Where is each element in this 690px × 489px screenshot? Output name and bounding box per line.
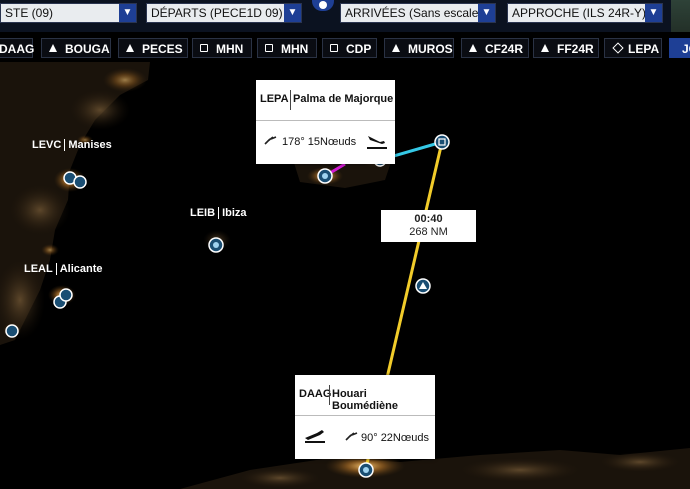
takeoff-icon [305, 430, 325, 443]
origin-card-daag[interactable]: DAAG Houari Boumédiène 90° 22Nœuds [295, 375, 435, 459]
waypoint-label: FF24R [557, 42, 594, 56]
waypoint-muros[interactable]: MUROS [384, 38, 454, 58]
wind-icon [345, 432, 358, 441]
square-icon [265, 44, 273, 52]
leg-time: 00:40 [414, 213, 443, 225]
chevron-down-icon[interactable]: ▼ [478, 4, 495, 22]
airport-code: LEIB [190, 207, 220, 219]
card-header: LEPA Palma de Majorque [256, 80, 395, 121]
marker-leib-airport-icon[interactable] [208, 237, 224, 253]
waypoint-label: JC [682, 42, 690, 56]
leg-distance: 268 NM [409, 226, 448, 238]
triangle-icon [49, 44, 57, 52]
triangle-icon [541, 44, 549, 52]
waypoint-label: MHN [216, 42, 244, 56]
corner-thumbnail[interactable] [671, 0, 690, 32]
waypoint-bouga[interactable]: BOUGA [41, 38, 111, 58]
marker-lepa-airport-icon[interactable] [317, 168, 333, 184]
dropdown-arrivals-value: ARRIVÉES (Sans escale) [345, 6, 483, 20]
airport-code: LEAL [24, 263, 57, 275]
dropdown-approach-value: APPROCHE (ILS 24R-Y) [512, 6, 647, 20]
wind-icon [264, 136, 277, 145]
chevron-down-icon[interactable]: ▼ [119, 4, 136, 22]
waypoint-label: LEPA [628, 42, 660, 56]
marker-waypoint-square-icon[interactable] [434, 134, 450, 150]
dropdown-approach[interactable]: APPROCHE (ILS 24R-Y) ▼ [507, 3, 663, 23]
waypoint-label: MHN [281, 42, 309, 56]
card-airport-code: LEPA [260, 93, 289, 105]
dropdown-departures[interactable]: DÉPARTS (PECE1D 09) ▼ [146, 3, 302, 23]
triangle-icon [392, 44, 400, 52]
dropdown-departures-value: DÉPARTS (PECE1D 09) [151, 6, 283, 20]
waypoint-cdp[interactable]: CDP [322, 38, 377, 58]
waypoint-ff24r[interactable]: FF24R [533, 38, 599, 58]
airport-label-leib[interactable]: LEIB Ibiza [190, 207, 247, 219]
card-divider [290, 90, 291, 110]
waypoint-label: PECES [142, 42, 183, 56]
card-divider [329, 385, 330, 405]
waypoint-daag[interactable]: DAAG [0, 38, 35, 58]
dropdown-arrivals[interactable]: ARRIVÉES (Sans escale) ▼ [340, 3, 496, 23]
marker-waypoint-triangle-icon[interactable] [415, 278, 431, 294]
waypoint-next[interactable]: JC [669, 38, 690, 58]
airport-label-levc[interactable]: LEVC Manises [32, 139, 112, 151]
diamond-icon [612, 42, 624, 54]
leg-info-box: 00:40 268 NM [381, 210, 476, 242]
dropdown-route-value: STE (09) [5, 6, 54, 20]
waypoint-label: CF24R [485, 42, 524, 56]
card-wind: 90° 22Nœuds [361, 432, 429, 444]
waypoint-peces[interactable]: PECES [118, 38, 188, 58]
airport-code: LEVC [32, 139, 66, 151]
card-airport-code: DAAG [299, 388, 332, 400]
waypoint-cf24r[interactable]: CF24R [461, 38, 529, 58]
waypoint-mhn[interactable]: MHN [192, 38, 252, 58]
dropdown-route[interactable]: STE (09) ▼ [0, 3, 137, 23]
triangle-icon [469, 44, 477, 52]
marker-daag-airport-icon[interactable] [358, 462, 374, 478]
waypoint-label: BOUGA [65, 42, 110, 56]
waypoint-mhn-2[interactable]: MHN [257, 38, 317, 58]
marker-pin-icon[interactable] [5, 324, 19, 338]
airport-name: Ibiza [222, 207, 247, 219]
square-icon [330, 44, 338, 52]
airport-name: Alicante [59, 263, 103, 275]
square-icon [200, 44, 208, 52]
waypoint-label: CDP [346, 42, 372, 56]
waypoint-label: MUROS [408, 42, 453, 56]
destination-card-lepa[interactable]: LEPA Palma de Majorque 178° 15Nœuds [256, 80, 395, 164]
card-wind: 178° 15Nœuds [282, 136, 357, 148]
card-airport-name: Houari Boumédiène [332, 388, 399, 412]
triangle-icon [126, 44, 134, 52]
card-header: DAAG Houari Boumédiène [295, 375, 435, 416]
waypoint-label: DAAG [0, 42, 35, 56]
chevron-down-icon[interactable]: ▼ [284, 4, 301, 22]
chevron-down-icon[interactable]: ▼ [645, 4, 662, 22]
card-airport-name: Palma de Majorque [293, 93, 394, 105]
airport-name: Manises [68, 139, 112, 151]
airport-label-leal[interactable]: LEAL Alicante [24, 263, 103, 275]
landing-icon [367, 136, 387, 149]
waypoint-lepa[interactable]: LEPA [604, 38, 662, 58]
